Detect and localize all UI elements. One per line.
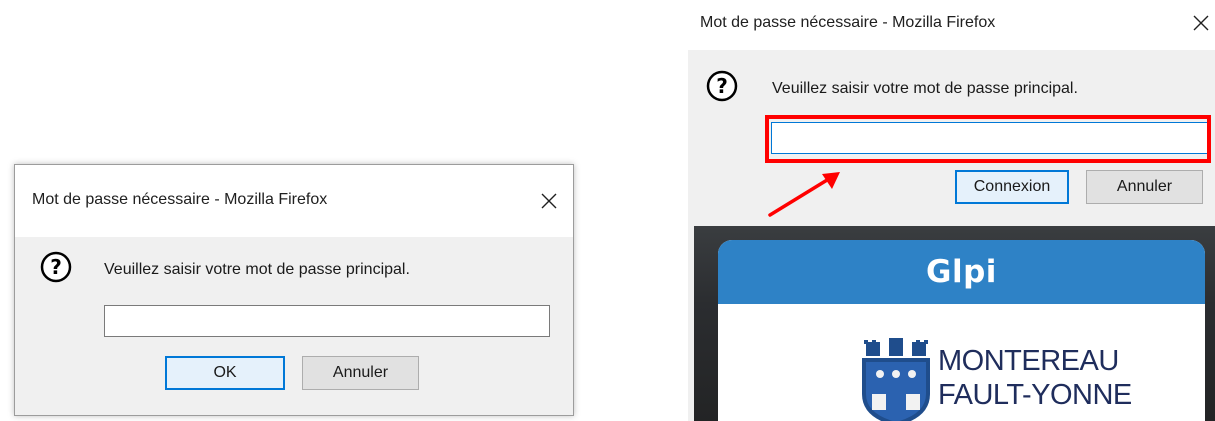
town-crest-icon: [858, 336, 934, 421]
svg-text:?: ?: [716, 74, 728, 98]
annotation-arrow-icon: [760, 165, 850, 220]
connexion-button[interactable]: Connexion: [955, 170, 1069, 204]
cancel-button[interactable]: Annuler: [302, 356, 419, 390]
dialog-title: Mot de passe nécessaire - Mozilla Firefo…: [32, 191, 328, 208]
prompt-text: Veuillez saisir votre mot de passe princ…: [104, 261, 410, 278]
glpi-login-card: Glpi MONTEREAU FAULT-YONNE: [718, 240, 1205, 421]
town-line-1: MONTEREAU: [938, 345, 1119, 377]
question-circle-icon: ?: [40, 251, 72, 283]
town-line-2: FAULT-YONNE: [938, 379, 1132, 411]
input-highlight-box: [765, 115, 1211, 163]
close-icon[interactable]: [540, 192, 558, 210]
svg-text:?: ?: [50, 255, 62, 279]
town-name: MONTEREAU FAULT-YONNE: [938, 344, 1132, 412]
dialog-title: Mot de passe nécessaire - Mozilla Firefo…: [700, 14, 996, 31]
password-dialog-left: Mot de passe nécessaire - Mozilla Firefo…: [14, 164, 574, 416]
close-icon[interactable]: [1192, 14, 1210, 32]
ok-button[interactable]: OK: [165, 356, 285, 390]
prompt-text: Veuillez saisir votre mot de passe princ…: [772, 80, 1078, 97]
cancel-button[interactable]: Annuler: [1086, 170, 1203, 204]
glpi-logo: Glpi: [926, 254, 997, 290]
master-password-input[interactable]: [104, 305, 550, 337]
question-circle-icon: ?: [706, 70, 738, 102]
glpi-header: Glpi: [718, 240, 1205, 304]
